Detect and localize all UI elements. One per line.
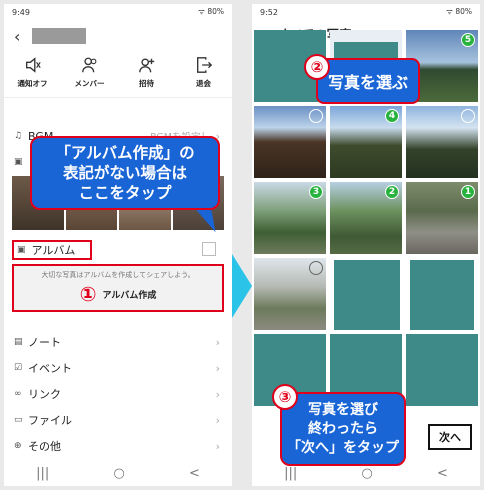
chevron-right-icon: › bbox=[215, 387, 220, 401]
photo-cell[interactable]: 2 bbox=[330, 182, 402, 254]
recents-button[interactable]: ||| bbox=[284, 466, 297, 481]
menu-row-event[interactable]: ☑ イベント › bbox=[4, 356, 232, 380]
photo-cell[interactable] bbox=[330, 258, 402, 330]
status-time: 9:52 bbox=[260, 7, 278, 17]
photo-cell[interactable] bbox=[254, 258, 326, 330]
create-album-box[interactable]: 大切な写真はアルバムを作成してシェアしよう。 ① アルバム作成 bbox=[12, 264, 224, 312]
link-label: リンク bbox=[28, 388, 61, 401]
group-action-row: 通知オフ メンバー 招待 退会 bbox=[4, 52, 232, 98]
album-row[interactable]: ▣ アルバム bbox=[12, 240, 92, 260]
step-number-2: ② bbox=[304, 54, 330, 80]
callout-line: 「アルバム作成」の bbox=[55, 144, 195, 162]
album-hint-text: 大切な写真はアルバムを作成してシェアしよう。 bbox=[41, 271, 195, 279]
create-album-button[interactable]: アルバム作成 bbox=[103, 288, 157, 301]
nav-back-button[interactable]: < bbox=[189, 466, 200, 481]
callout-line: 表記がない場合は bbox=[62, 164, 187, 182]
callout-tap-next: 写真を選び 終わったら 「次へ」をタップ bbox=[280, 392, 406, 466]
callout-album-missing: 「アルバム作成」の 表記がない場合は ここをタップ bbox=[30, 136, 220, 210]
next-step-arrow-icon bbox=[232, 254, 252, 318]
link-icon: ∞ bbox=[14, 389, 22, 399]
status-indicators: ᯤ 80% bbox=[446, 7, 472, 16]
album-tap-target[interactable] bbox=[202, 242, 216, 256]
redacted-group-name bbox=[32, 28, 86, 44]
chevron-right-icon: › bbox=[215, 413, 220, 427]
back-icon[interactable]: ‹ bbox=[14, 27, 28, 46]
file-label: ファイル bbox=[28, 414, 72, 427]
chevron-right-icon: › bbox=[215, 439, 220, 453]
selection-badge: 2 bbox=[385, 185, 399, 199]
home-button[interactable]: ○ bbox=[113, 466, 124, 481]
photo-cell[interactable] bbox=[254, 106, 326, 178]
note-label: ノート bbox=[28, 336, 61, 349]
callout-line: 「次へ」をタップ bbox=[287, 439, 399, 456]
menu-row-link[interactable]: ∞ リンク › bbox=[4, 382, 232, 406]
callout-line: 写真を選び bbox=[308, 401, 378, 418]
speaker-icon bbox=[25, 57, 41, 73]
menu-row-other[interactable]: ⊕ その他 › bbox=[4, 434, 232, 458]
photo-cell[interactable]: 1 bbox=[406, 182, 478, 254]
home-button[interactable]: ○ bbox=[361, 466, 372, 481]
callout-line: ここをタップ bbox=[78, 184, 172, 202]
photo-placeholder bbox=[410, 260, 474, 330]
selection-badge: 3 bbox=[309, 185, 323, 199]
folder-icon: ▭ bbox=[14, 415, 23, 425]
notify-off-button[interactable]: 通知オフ bbox=[7, 56, 59, 89]
status-indicators: ᯤ 80% bbox=[198, 7, 224, 16]
album-label: アルバム bbox=[31, 244, 76, 257]
people-icon bbox=[81, 57, 96, 73]
status-bar: 9:49 ᯤ 80% bbox=[4, 4, 232, 20]
selection-badge: 4 bbox=[385, 109, 399, 123]
exit-icon bbox=[196, 57, 212, 73]
photo-cell[interactable]: 3 bbox=[254, 182, 326, 254]
other-label: その他 bbox=[28, 440, 61, 453]
invite-button[interactable]: 招待 bbox=[121, 56, 173, 89]
selection-badge: 5 bbox=[461, 33, 475, 47]
album-icon: ▣ bbox=[17, 245, 26, 255]
note-icon: ▤ bbox=[14, 337, 23, 347]
chevron-right-icon: › bbox=[215, 335, 220, 349]
photo-placeholder bbox=[334, 260, 400, 330]
selection-badge: 1 bbox=[461, 185, 475, 199]
step-number-1: ① bbox=[79, 282, 97, 306]
photo-cell[interactable] bbox=[406, 334, 478, 406]
notify-off-label: 通知オフ bbox=[17, 79, 48, 88]
members-label: メンバー bbox=[74, 79, 105, 88]
members-button[interactable]: メンバー bbox=[64, 56, 116, 89]
status-bar: 9:52 ᯤ 80% bbox=[252, 4, 480, 20]
calendar-icon: ☑ bbox=[14, 363, 23, 373]
more-icon: ⊕ bbox=[14, 441, 22, 451]
selection-circle[interactable] bbox=[309, 109, 323, 123]
chevron-right-icon: › bbox=[215, 361, 220, 375]
callout-line: 終わったら bbox=[308, 420, 378, 437]
event-label: イベント bbox=[28, 362, 72, 375]
leave-label: 退会 bbox=[196, 79, 211, 88]
photo-cell[interactable] bbox=[406, 106, 478, 178]
menu-row-note[interactable]: ▤ ノート › bbox=[4, 330, 232, 354]
status-time: 9:49 bbox=[12, 7, 30, 17]
selection-circle[interactable] bbox=[309, 261, 323, 275]
next-button[interactable]: 次へ bbox=[428, 424, 472, 450]
photo-cell[interactable]: 4 bbox=[330, 106, 402, 178]
photo-cell[interactable] bbox=[406, 258, 478, 330]
add-person-icon bbox=[138, 58, 154, 73]
leave-button[interactable]: 退会 bbox=[178, 56, 230, 89]
photo-icon: ▣ bbox=[14, 157, 23, 167]
selection-circle[interactable] bbox=[461, 109, 475, 123]
callout2-text: 写真を選ぶ bbox=[327, 73, 408, 92]
system-nav-bar: ||| ○ < bbox=[4, 460, 232, 486]
recents-button[interactable]: ||| bbox=[36, 466, 49, 481]
step-number-3: ③ bbox=[272, 384, 298, 410]
invite-label: 招待 bbox=[139, 79, 154, 88]
music-note-icon: ♫ bbox=[14, 131, 23, 141]
chat-header: ‹ bbox=[4, 20, 232, 52]
menu-row-file[interactable]: ▭ ファイル › bbox=[4, 408, 232, 432]
nav-back-button[interactable]: < bbox=[437, 466, 448, 481]
callout-select-photos: 写真を選ぶ bbox=[316, 58, 420, 104]
